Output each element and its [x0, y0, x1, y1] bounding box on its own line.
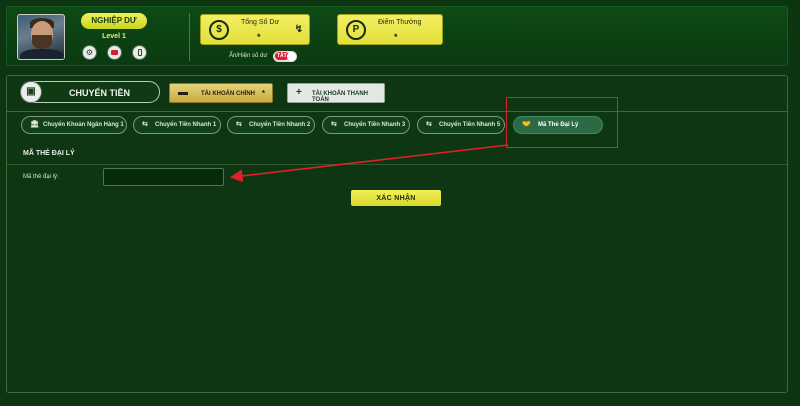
cash-icon: ⇆	[331, 121, 337, 128]
total-balance-card: $ Tổng Số Dư * ↯	[200, 14, 310, 45]
highlight-box	[506, 97, 618, 148]
mobile-icon[interactable]	[132, 45, 147, 60]
confirm-button[interactable]: XÁC NHẬN	[351, 190, 441, 206]
transfer-panel: ▣ CHUYỂN TIỀN ▬ TÀI KHOẢN CHÍNH * + TÀI …	[6, 75, 788, 393]
main-account-label: TÀI KHOẢN CHÍNH	[201, 91, 255, 97]
subtab-quick-transfer-5[interactable]: ⇆ Chuyển Tiền Nhanh 5	[417, 116, 505, 134]
avatar-beard	[32, 35, 52, 49]
toggle-knob	[287, 52, 296, 61]
reward-points-card: P Điểm Thưởng *	[337, 14, 443, 45]
video-icon[interactable]	[107, 45, 122, 60]
subtab-label: Chuyển Tiền Nhanh 2	[249, 122, 311, 128]
subtab-quick-transfer-3[interactable]: ⇆ Chuyển Tiền Nhanh 3	[322, 116, 410, 134]
payment-account-button[interactable]: + TÀI KHOẢN THANH TOÁN	[287, 83, 385, 103]
wallet-icon: ▣	[20, 81, 42, 103]
main-account-star: *	[261, 89, 265, 98]
cash-icon: ⇆	[142, 121, 148, 128]
tab-divider	[7, 111, 787, 112]
bank-icon: 🏛	[30, 121, 39, 128]
plus-icon: +	[296, 87, 302, 98]
reward-points-value: *	[394, 32, 398, 42]
total-balance-value: *	[257, 32, 261, 42]
transfer-tab-label: CHUYỂN TIỀN	[69, 88, 131, 98]
subtab-bank-transfer-1[interactable]: 🏛 Chuyển Khoản Ngân Hàng 1	[21, 116, 127, 134]
avatar[interactable]	[17, 14, 65, 60]
section-title: MÃ THẺ ĐẠI LÝ	[23, 150, 75, 157]
main-account-button[interactable]: ▬ TÀI KHOẢN CHÍNH *	[169, 83, 273, 103]
balance-visibility-label: Ẩn/Hiện số dư	[229, 53, 268, 59]
vip-rank-badge: NGHIỆP DƯ	[81, 13, 147, 29]
header-divider	[189, 13, 190, 61]
balance-visibility-toggle[interactable]: TẮT	[273, 51, 297, 62]
subtab-label: Chuyển Khoản Ngân Hàng 1	[43, 122, 124, 128]
coin-stack-icon: $	[209, 20, 229, 40]
subtab-label: Chuyển Tiền Nhanh 3	[344, 122, 406, 128]
subtab-label: Chuyển Tiền Nhanh 5	[439, 122, 501, 128]
payment-account-label: TÀI KHOẢN THANH TOÁN	[312, 91, 368, 103]
points-icon: P	[346, 20, 366, 40]
agent-code-input[interactable]	[103, 168, 224, 186]
account-header: NGHIỆP DƯ Level 1 ⚙ $ Tổng Số Dư * ↯ P Đ…	[6, 6, 788, 66]
agent-code-label: Mã thẻ đại lý:	[23, 174, 59, 180]
avatar-shirt	[20, 49, 64, 59]
user-settings-icon[interactable]: ⚙	[82, 45, 97, 60]
total-balance-label: Tổng Số Dư	[241, 19, 280, 26]
cash-icon: ⇆	[426, 121, 432, 128]
level-label: Level 1	[102, 33, 126, 40]
subtab-quick-transfer-1[interactable]: ⇆ Chuyển Tiền Nhanh 1	[133, 116, 221, 134]
section-divider	[7, 164, 787, 165]
reward-points-label: Điểm Thưởng	[378, 19, 422, 26]
wallet-icon: ▬	[178, 87, 188, 98]
refresh-icon[interactable]: ↯	[295, 24, 303, 35]
subtab-quick-transfer-2[interactable]: ⇆ Chuyển Tiền Nhanh 2	[227, 116, 315, 134]
cash-icon: ⇆	[236, 121, 242, 128]
subtab-label: Chuyển Tiền Nhanh 1	[155, 122, 217, 128]
transfer-tab[interactable]: ▣ CHUYỂN TIỀN	[20, 81, 160, 103]
